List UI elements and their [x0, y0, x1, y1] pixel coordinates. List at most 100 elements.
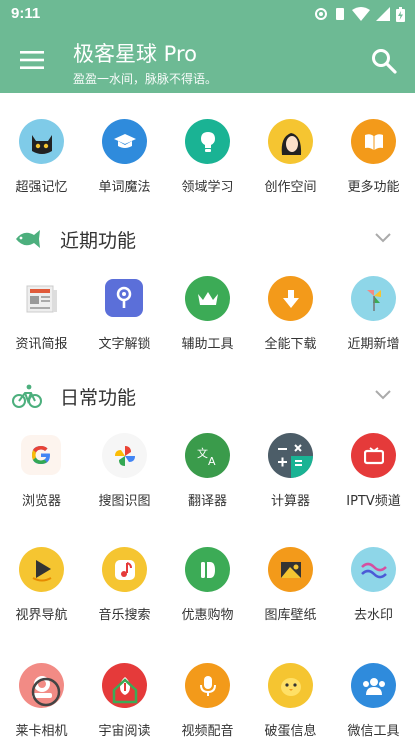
app-subtitle: 盈盈一水间，脉脉不得语。 — [73, 72, 218, 86]
tile-label: 资讯简报 — [15, 337, 68, 352]
top-feature-row: 超强记忆 单词魔法 领域学习 创作空间 更多功能 — [0, 119, 415, 209]
tile-label: 超强记忆 — [15, 180, 68, 195]
tile-recent-added[interactable]: 近期新增 — [332, 276, 415, 366]
tile-label: 微信工具 — [347, 724, 400, 738]
tile-news-brief[interactable]: 资讯简报 — [0, 276, 83, 366]
calculator-icon — [268, 433, 313, 478]
wave-icon — [351, 547, 396, 592]
feature-row-four: 莱卡相机 宇宙阅读 视频配音 破蛋信息 微信工具 — [0, 663, 415, 738]
music-note-icon — [102, 547, 147, 592]
menu-button[interactable] — [18, 48, 46, 72]
tag-icon — [185, 547, 230, 592]
translate-icon: 文A — [185, 433, 230, 478]
pinwheel-icon — [351, 276, 396, 321]
people-icon — [351, 663, 396, 708]
tile-label: 莱卡相机 — [15, 724, 68, 738]
tile-label: 优惠购物 — [181, 608, 234, 623]
feature-row-three: 视界导航 音乐搜索 优惠购物 图库壁纸 去水印 — [0, 547, 415, 637]
tile-label: 近期新增 — [347, 337, 400, 352]
circle-outline-icon — [31, 677, 61, 707]
svg-text:A: A — [208, 455, 216, 467]
battery-icon — [396, 6, 405, 22]
floating-circle-button[interactable] — [30, 676, 62, 708]
microphone-icon — [185, 663, 230, 708]
tile-label: 翻译器 — [187, 494, 227, 509]
tile-wechat-tools[interactable]: 微信工具 — [332, 663, 415, 738]
settings-gear-icon — [315, 8, 327, 20]
search-button[interactable] — [371, 48, 397, 74]
tile-translator[interactable]: 文A 翻译器 — [166, 433, 249, 523]
newspaper-icon — [19, 276, 64, 321]
tile-discount-shopping[interactable]: 优惠购物 — [166, 547, 249, 637]
floating-home-button[interactable] — [110, 676, 140, 706]
tile-helper-tools[interactable]: 辅助工具 — [166, 276, 249, 366]
tv-icon — [351, 433, 396, 478]
chevron-down-icon[interactable] — [375, 389, 391, 401]
search-icon — [372, 49, 397, 74]
app-title: 极客星球 Pro — [73, 42, 197, 66]
tile-label: 计算器 — [270, 494, 310, 509]
tile-image-search[interactable]: 搜图识图 — [83, 433, 166, 523]
chevron-down-icon[interactable] — [375, 232, 391, 244]
status-time: 9:11 — [11, 5, 41, 22]
wifi-icon — [352, 7, 370, 21]
tile-label: 更多功能 — [347, 180, 400, 195]
tile-remove-watermark[interactable]: 去水印 — [332, 547, 415, 637]
tile-super-memory[interactable]: 超强记忆 — [0, 119, 83, 209]
fish-icon — [16, 230, 40, 248]
status-bar: 9:11 — [0, 0, 415, 28]
cat-icon — [19, 119, 64, 164]
tile-iptv[interactable]: IPTV频道 — [332, 433, 415, 523]
recent-feature-row: 资讯简报 文字解锁 辅助工具 全能下载 近期新增 — [0, 276, 415, 366]
tile-label: 图库壁纸 — [264, 608, 317, 623]
svg-text:文: 文 — [197, 446, 208, 460]
section-title: 日常功能 — [60, 387, 137, 409]
tile-label: 视频配音 — [181, 724, 234, 738]
tile-label: IPTV频道 — [346, 494, 401, 509]
section-header-daily[interactable]: 日常功能 — [0, 371, 415, 421]
hamburger-menu-icon — [20, 51, 44, 69]
girl-portrait-icon — [268, 119, 313, 164]
bicycle-icon — [12, 384, 42, 408]
tile-label: 单词魔法 — [98, 180, 151, 195]
tile-label: 搜图识图 — [98, 494, 151, 509]
tile-word-magic[interactable]: 单词魔法 — [83, 119, 166, 209]
play-icon — [19, 547, 64, 592]
crown-icon — [185, 276, 230, 321]
tile-video-dubbing[interactable]: 视频配音 — [166, 663, 249, 738]
tile-label: 全能下载 — [264, 337, 317, 352]
tile-label: 文字解锁 — [98, 337, 151, 352]
download-icon — [268, 276, 313, 321]
lightbulb-icon — [185, 119, 230, 164]
tile-all-download[interactable]: 全能下载 — [249, 276, 332, 366]
tile-label: 音乐搜索 — [98, 608, 151, 623]
chick-icon — [268, 663, 313, 708]
notification-icon — [336, 8, 344, 20]
google-icon — [21, 435, 61, 475]
tile-browser[interactable]: 浏览器 — [0, 433, 83, 523]
signal-icon — [376, 7, 390, 21]
home-icon — [112, 678, 138, 704]
tile-domain-learning[interactable]: 领域学习 — [166, 119, 249, 209]
section-header-recent[interactable]: 近期功能 — [0, 214, 415, 264]
tile-more-features[interactable]: 更多功能 — [332, 119, 415, 209]
tile-label: 视界导航 — [15, 608, 68, 623]
tile-label: 去水印 — [353, 608, 393, 623]
system-icons — [314, 6, 405, 22]
main-content[interactable]: 超强记忆 单词魔法 领域学习 创作空间 更多功能 近期功能 资讯简报 文字解锁 … — [0, 93, 415, 738]
tile-gallery-wallpaper[interactable]: 图库壁纸 — [249, 547, 332, 637]
tile-label: 宇宙阅读 — [98, 724, 151, 738]
graduation-cap-icon — [102, 119, 147, 164]
tile-music-search[interactable]: 音乐搜索 — [83, 547, 166, 637]
tile-text-unlock[interactable]: 文字解锁 — [83, 276, 166, 366]
tile-label: 浏览器 — [21, 494, 61, 509]
tile-label: 领域学习 — [181, 180, 234, 195]
tile-label: 创作空间 — [264, 180, 317, 195]
app-header: 9:11 极客星球 Pro 盈盈一水间，脉脉不得语。 — [0, 0, 415, 93]
tile-creation-space[interactable]: 创作空间 — [249, 119, 332, 209]
photos-pinwheel-icon — [102, 433, 147, 478]
tile-vision-nav[interactable]: 视界导航 — [0, 547, 83, 637]
tile-calculator[interactable]: 计算器 — [249, 433, 332, 523]
tile-egg-info[interactable]: 破蛋信息 — [249, 663, 332, 738]
book-icon — [351, 119, 396, 164]
